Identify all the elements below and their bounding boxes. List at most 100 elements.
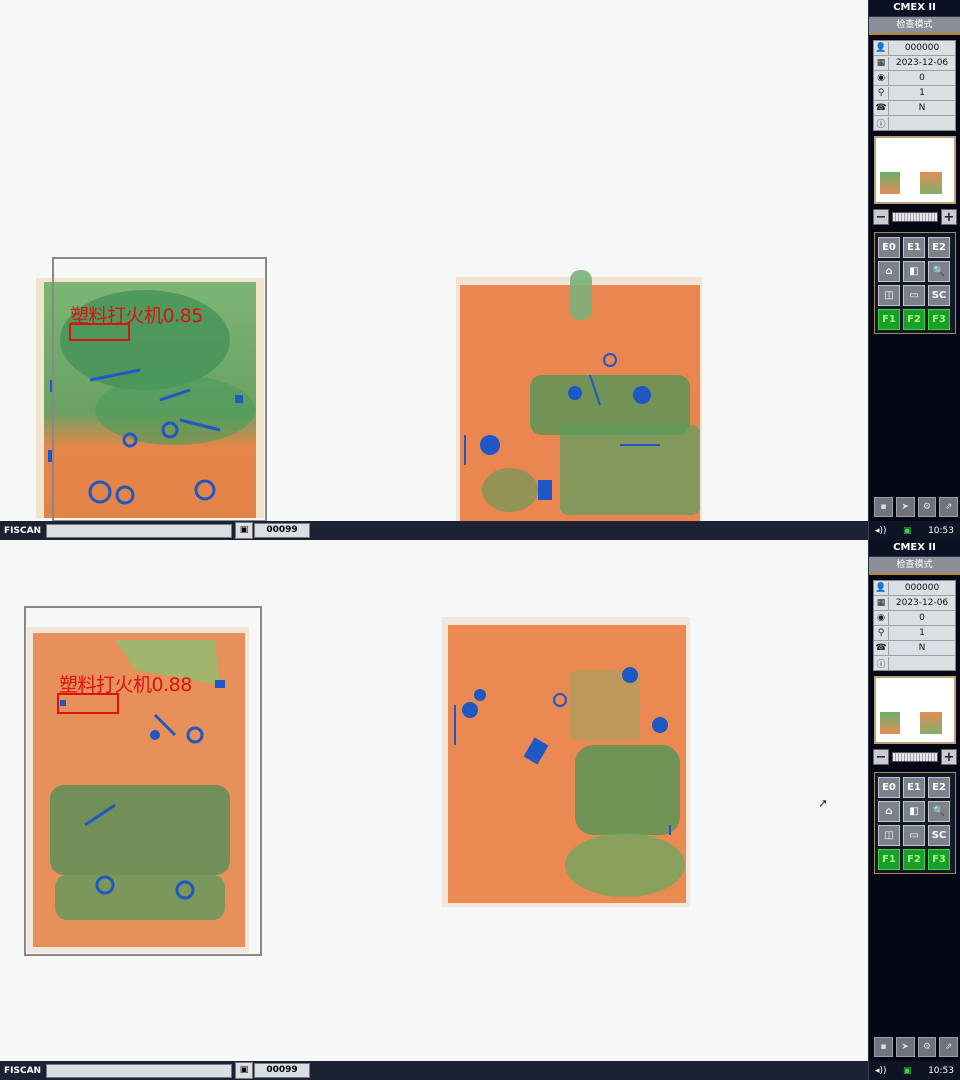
- info-zoom: 1: [919, 88, 925, 98]
- info-row-zoom: ⚲ 1: [874, 86, 955, 101]
- key-e1[interactable]: E1: [903, 237, 925, 258]
- zoom-in-button[interactable]: +: [941, 749, 957, 765]
- magnifier-icon: ⚲: [874, 626, 889, 640]
- control-sidebar: CMEX II 检查模式 👤 000000 ▦ 2023-12-06 ◉ 0 ⚲ 1 ☎…: [868, 540, 960, 1061]
- key-f1[interactable]: F1: [878, 309, 900, 330]
- function-keypad: E0 E1 E2 ⌂ ◧ 🔍 ◫ ▭ SC F1 F2 F3: [874, 772, 956, 874]
- info-zoom: 1: [919, 628, 925, 638]
- scanner-screen-bottom: 塑料打火机0.88 ➚ CMEX II 检查模式 👤 000000 ▦ 2023-1…: [0, 540, 960, 1080]
- info-row-info: ⓘ: [874, 656, 955, 670]
- xray-image-viewport[interactable]: 塑料打火机0.85: [0, 0, 868, 522]
- key-sc[interactable]: SC: [928, 285, 950, 306]
- brand-title: CMEX II: [869, 0, 960, 17]
- book-icon[interactable]: ◫: [878, 825, 900, 846]
- key-e2[interactable]: E2: [928, 237, 950, 258]
- key-f1[interactable]: F1: [878, 849, 900, 870]
- key-f3[interactable]: F3: [928, 309, 950, 330]
- info-row-id: 👤 000000: [874, 581, 955, 596]
- user-icon: 👤: [874, 581, 889, 595]
- tool-icon-2[interactable]: ➤: [895, 1037, 915, 1057]
- tool-icon-4[interactable]: ⇗: [939, 497, 958, 517]
- user-icon: 👤: [874, 41, 889, 55]
- info-operator: N: [918, 103, 926, 113]
- status-field: [46, 1063, 232, 1078]
- status-bar: FISCAN ▣ 00099 ◂)) ▣ 10:53: [0, 521, 960, 540]
- key-sc[interactable]: SC: [928, 825, 950, 846]
- key-e0[interactable]: E0: [878, 237, 900, 258]
- zoom-icon[interactable]: 🔍: [928, 801, 950, 822]
- zoom-out-button[interactable]: −: [873, 209, 889, 225]
- zoom-control: − +: [873, 208, 957, 226]
- contrast-icon[interactable]: ◧: [903, 261, 925, 282]
- home-icon[interactable]: ⌂: [878, 801, 900, 822]
- control-sidebar: CMEX II 检查模式 👤 000000 ▦ 2023-12-06 ◉ 0 ⚲ 1 ☎…: [868, 0, 960, 521]
- info-panel: 👤 000000 ▦ 2023-12-06 ◉ 0 ⚲ 1 ☎ N ⓘ: [873, 580, 956, 671]
- speaker-icon[interactable]: ◂)): [875, 526, 887, 536]
- bag-counter-icon: ▣: [235, 522, 253, 539]
- tool-icon-3[interactable]: ⚙: [917, 497, 937, 517]
- zoom-slider[interactable]: [892, 212, 938, 222]
- tool-icon-1[interactable]: ▪: [874, 1037, 893, 1057]
- network-icon[interactable]: ▣: [903, 1066, 912, 1076]
- info-row-operator: ☎ N: [874, 101, 955, 116]
- zoom-out-button[interactable]: −: [873, 749, 889, 765]
- fiscan-logo: FISCAN: [4, 525, 42, 536]
- system-tray: ◂)) ▣ 10:53: [868, 521, 960, 540]
- key-f2[interactable]: F2: [903, 849, 925, 870]
- key-f3[interactable]: F3: [928, 849, 950, 870]
- info-row-date: ▦ 2023-12-06: [874, 56, 955, 71]
- clock: 10:53: [928, 1065, 954, 1076]
- tool-icon-1[interactable]: ▪: [874, 497, 893, 517]
- bag-count: 00099: [254, 1063, 310, 1078]
- info-row-info: ⓘ: [874, 116, 955, 130]
- tool-icon-2[interactable]: ➤: [895, 497, 915, 517]
- speaker-icon[interactable]: ◂)): [875, 1066, 887, 1076]
- zoom-slider[interactable]: [892, 752, 938, 762]
- info-row-operator: ☎ N: [874, 641, 955, 656]
- detection-label: 塑料打火机0.85: [70, 305, 203, 327]
- counter-icon: ◉: [874, 611, 889, 625]
- xray-bag-right: [442, 617, 690, 907]
- function-keypad: E0 E1 E2 ⌂ ◧ 🔍 ◫ ▭ SC F1 F2 F3: [874, 232, 956, 334]
- bottom-tool-icons: ▪ ➤ ⚙ ⇗: [874, 497, 958, 517]
- zoom-icon[interactable]: 🔍: [928, 261, 950, 282]
- info-panel: 👤 000000 ▦ 2023-12-06 ◉ 0 ⚲ 1 ☎ N ⓘ: [873, 40, 956, 131]
- system-tray: ◂)) ▣ 10:53: [868, 1061, 960, 1080]
- info-row-zoom: ⚲ 1: [874, 626, 955, 641]
- contrast-icon[interactable]: ◧: [903, 801, 925, 822]
- operator-icon: ☎: [874, 641, 889, 655]
- fiscan-logo: FISCAN: [4, 1065, 42, 1076]
- xray-image-viewport[interactable]: 塑料打火机0.88 ➚: [0, 540, 868, 1061]
- info-id: 000000: [904, 43, 940, 53]
- key-e2[interactable]: E2: [928, 777, 950, 798]
- vari-icon[interactable]: ▭: [903, 285, 925, 306]
- thumbnail-preview[interactable]: [874, 136, 956, 204]
- vari-icon[interactable]: ▭: [903, 825, 925, 846]
- zoom-in-button[interactable]: +: [941, 209, 957, 225]
- network-icon[interactable]: ▣: [903, 526, 912, 536]
- info-row-id: 👤 000000: [874, 41, 955, 56]
- tool-icon-4[interactable]: ⇗: [939, 1037, 958, 1057]
- key-e0[interactable]: E0: [878, 777, 900, 798]
- counter-icon: ◉: [874, 71, 889, 85]
- detection-label: 塑料打火机0.88: [59, 674, 192, 696]
- info-row-counter: ◉ 0: [874, 71, 955, 86]
- thumbnail-preview[interactable]: [874, 676, 956, 744]
- bag-count: 00099: [254, 523, 310, 538]
- operator-icon: ☎: [874, 101, 889, 115]
- clock: 10:53: [928, 525, 954, 536]
- brand-title: CMEX II: [869, 540, 960, 557]
- info-date: 2023-12-06: [895, 598, 949, 608]
- scanner-screen-top: 塑料打火机0.85 CMEX II 检查模式 👤 000000 ▦ 2023-12-…: [0, 0, 960, 540]
- info-id: 000000: [904, 583, 940, 593]
- info-icon: ⓘ: [874, 116, 889, 130]
- xray-bag-right: [456, 270, 702, 521]
- tool-icon-3[interactable]: ⚙: [917, 1037, 937, 1057]
- mouse-cursor-icon: ➚: [818, 796, 829, 810]
- status-field: [46, 523, 232, 538]
- key-e1[interactable]: E1: [903, 777, 925, 798]
- info-icon: ⓘ: [874, 656, 889, 670]
- key-f2[interactable]: F2: [903, 309, 925, 330]
- book-icon[interactable]: ◫: [878, 285, 900, 306]
- home-icon[interactable]: ⌂: [878, 261, 900, 282]
